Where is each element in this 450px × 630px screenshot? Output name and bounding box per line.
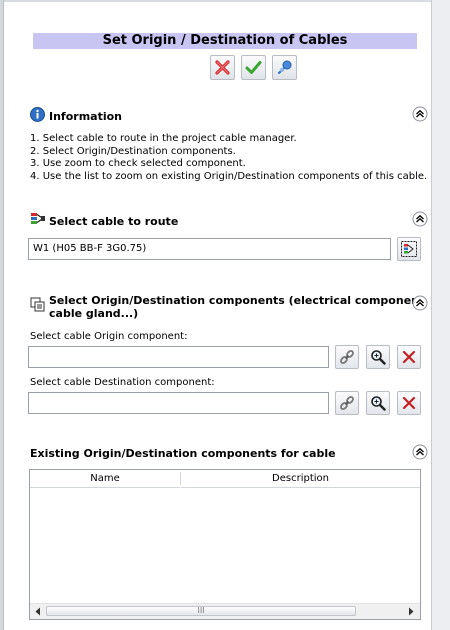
pin-button[interactable] bbox=[272, 55, 297, 80]
scroll-grip: III bbox=[197, 606, 205, 615]
destination-field[interactable] bbox=[28, 392, 329, 414]
destination-clear-button[interactable] bbox=[397, 391, 421, 415]
components-title-line2: cable gland...) bbox=[49, 307, 139, 320]
destination-select-button[interactable] bbox=[335, 391, 359, 415]
panel-left-border bbox=[0, 0, 4, 630]
chain-link-icon bbox=[340, 396, 354, 410]
horizontal-scrollbar[interactable]: III bbox=[30, 603, 420, 619]
components-title-line1: Select Origin/Destination components (el… bbox=[49, 294, 429, 307]
info-icon bbox=[30, 107, 45, 122]
zoom-icon bbox=[371, 350, 386, 365]
destination-label: Select cable Destination component: bbox=[30, 377, 215, 388]
collapse-info-icon[interactable] bbox=[412, 106, 428, 122]
cable-field[interactable]: W1 (H05 BB-F 3G0.75) bbox=[28, 238, 391, 260]
info-section-title: Information bbox=[49, 110, 122, 123]
cancel-button[interactable] bbox=[210, 55, 235, 80]
existing-components-table[interactable]: Name Description III bbox=[29, 469, 421, 620]
info-instructions: 1. Select cable to route in the project … bbox=[30, 133, 427, 183]
dialog-title: Set Origin / Destination of Cables bbox=[33, 33, 417, 49]
origin-zoom-button[interactable] bbox=[366, 345, 390, 369]
select-cable-button[interactable] bbox=[397, 237, 421, 261]
info-line: 1. Select cable to route in the project … bbox=[30, 133, 297, 144]
cable-section-title: Select cable to route bbox=[49, 215, 179, 228]
set-origin-destination-panel: Set Origin / Destination of Cables Infor… bbox=[0, 0, 450, 630]
info-line: 4. Use the list to zoom on existing Orig… bbox=[30, 170, 428, 182]
component-icon bbox=[30, 297, 45, 312]
collapse-cable-icon[interactable] bbox=[412, 211, 428, 227]
scrollbar-thumb[interactable]: III bbox=[46, 606, 356, 616]
panel-right-edge bbox=[431, 0, 450, 630]
collapse-existing-icon[interactable] bbox=[412, 444, 428, 460]
info-line: 3. Use zoom to check selected component. bbox=[30, 158, 246, 170]
collapse-components-icon[interactable] bbox=[412, 295, 428, 311]
components-section-title: Select Origin/Destination components (el… bbox=[49, 294, 428, 320]
column-header-description[interactable]: Description bbox=[181, 470, 420, 488]
info-line: 2. Select Origin/Destination components. bbox=[30, 145, 236, 157]
pushpin-icon bbox=[278, 60, 292, 74]
column-header-name[interactable]: Name bbox=[30, 470, 180, 488]
delete-x-icon bbox=[402, 350, 416, 364]
cancel-x-icon bbox=[215, 60, 230, 75]
chain-link-icon bbox=[340, 350, 354, 364]
panel-top-border bbox=[0, 0, 450, 2]
scroll-left-arrow-icon[interactable] bbox=[34, 607, 42, 616]
delete-x-icon bbox=[402, 396, 416, 410]
origin-select-button[interactable] bbox=[335, 345, 359, 369]
origin-label: Select cable Origin component: bbox=[30, 331, 188, 342]
origin-clear-button[interactable] bbox=[397, 345, 421, 369]
destination-zoom-button[interactable] bbox=[366, 391, 390, 415]
origin-field[interactable] bbox=[28, 346, 329, 368]
scroll-right-arrow-icon[interactable] bbox=[407, 607, 415, 616]
cable-picker-icon bbox=[401, 241, 417, 257]
existing-section-title: Existing Origin/Destination components f… bbox=[30, 447, 336, 460]
ok-button[interactable] bbox=[241, 55, 266, 80]
zoom-icon bbox=[371, 396, 386, 411]
ok-check-icon bbox=[245, 61, 262, 74]
cable-icon bbox=[31, 213, 45, 224]
